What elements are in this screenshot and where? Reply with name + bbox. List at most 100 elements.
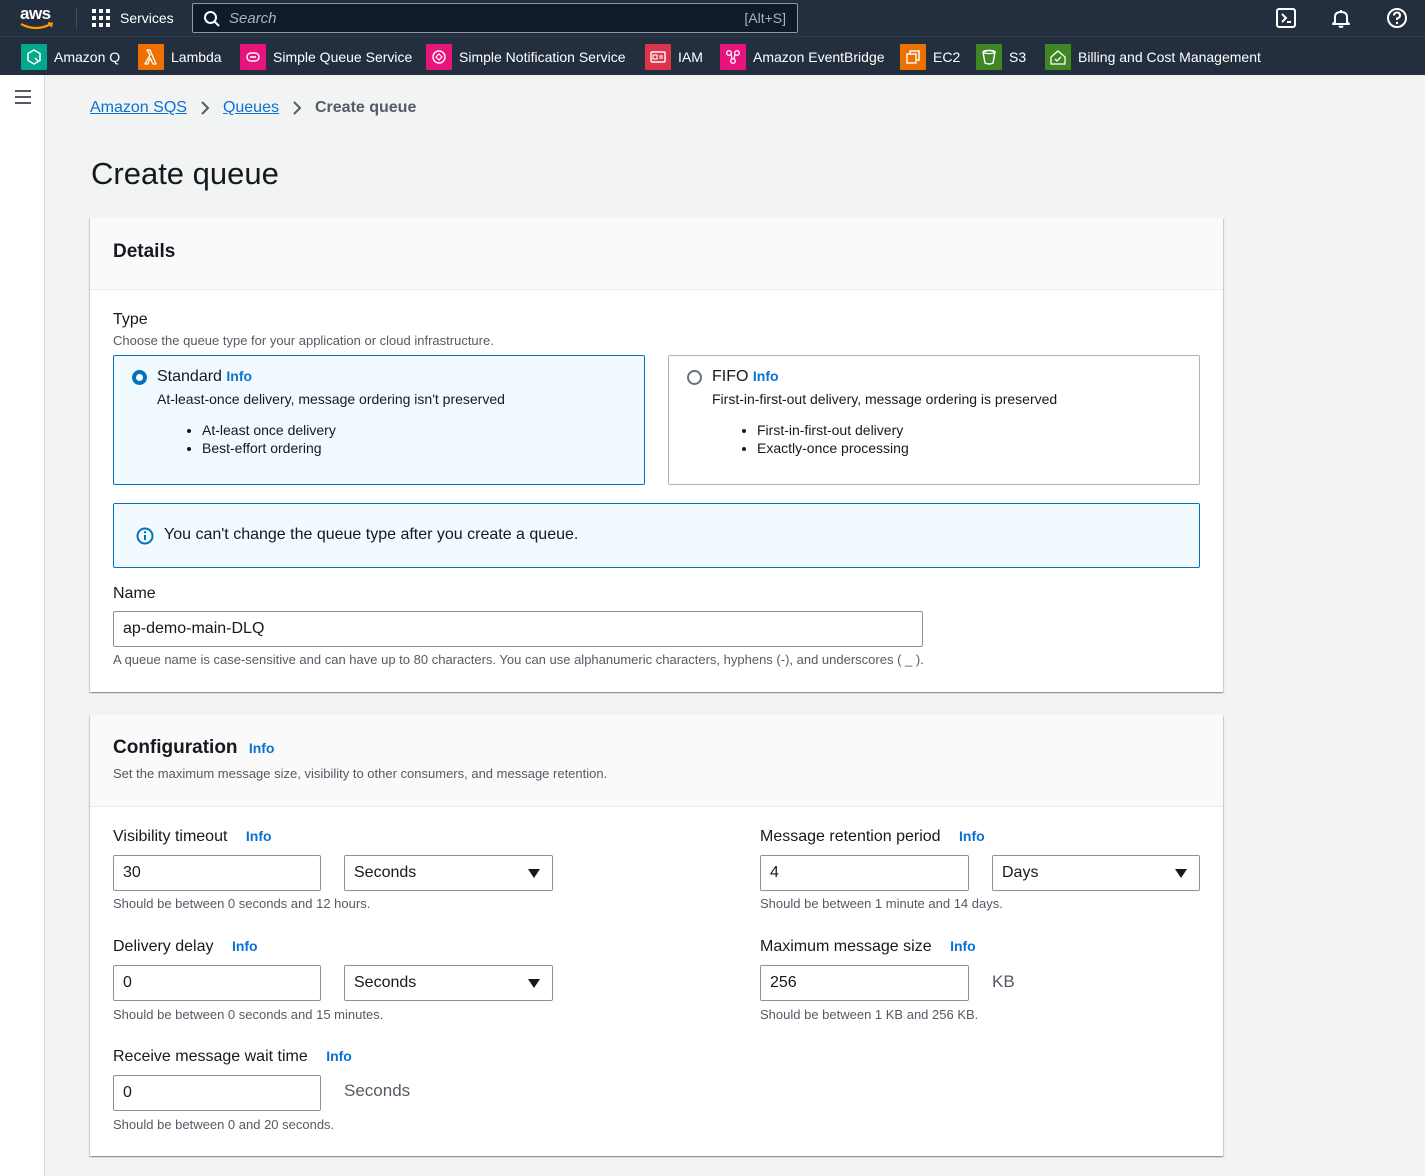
max-message-size-label-text: Maximum message size [760,938,932,955]
favorite-lambda[interactable]: Lambda [138,44,222,70]
receive-wait-time-info-link[interactable]: Info [326,1048,352,1064]
top-navigation-bar: aws Services [Alt+S] [0,0,1425,36]
visibility-timeout-unit-select[interactable]: Seconds [344,855,553,891]
amazon-q-icon [21,44,47,70]
retention-period-info-link[interactable]: Info [959,828,985,844]
receive-wait-time-unit: Seconds [344,1081,411,1100]
caret-down-icon [528,979,540,988]
lambda-icon [138,44,164,70]
info-circle-icon [136,527,154,545]
retention-period-label: Message retention period Info [760,828,985,846]
fifo-feature-list: First-in-first-out delivery Exactly-once… [757,421,909,457]
favorite-sns[interactable]: Simple Notification Service [426,44,626,70]
fifo-title: FIFO Info [712,368,779,386]
max-message-size-hint: Should be between 1 KB and 256 KB. [760,1007,979,1022]
configuration-description: Set the maximum message size, visibility… [113,766,608,781]
caret-down-icon [528,869,540,878]
delivery-delay-info-link[interactable]: Info [232,938,258,954]
max-message-size-unit: KB [992,972,1015,991]
iam-icon [645,44,671,70]
configuration-title: Configuration [113,737,238,758]
favorite-label: Simple Queue Service [273,49,413,65]
favorite-label: IAM [678,49,703,65]
delivery-delay-input[interactable] [113,965,321,1001]
favorite-label: Amazon Q [54,49,121,65]
services-menu-button[interactable]: Services [92,6,174,30]
page-title: Create queue [91,156,279,191]
cloudshell-icon[interactable] [1275,7,1297,29]
fifo-description: First-in-first-out delivery, message ord… [712,391,1058,407]
details-title: Details [113,241,176,262]
retention-period-unit-select[interactable]: Days [992,855,1200,891]
standard-feature-list: At-least once delivery Best-effort order… [202,421,336,457]
fifo-name: FIFO [712,368,749,385]
chevron-right-icon [293,101,302,115]
type-label: Type [113,311,148,328]
search-shortcut-hint: [Alt+S] [744,10,786,26]
details-panel: Details Type Choose the queue type for y… [90,218,1223,692]
favorite-s3[interactable]: S3 [976,44,1026,70]
list-item: At-least once delivery [202,421,336,439]
delivery-delay-label: Delivery delay Info [113,938,258,956]
standard-description: At-least-once delivery, message ordering… [157,391,505,407]
breadcrumb-current: Create queue [314,99,417,116]
favorite-ec2[interactable]: EC2 [900,44,960,70]
favorite-eventbridge[interactable]: Amazon EventBridge [720,44,885,70]
chevron-right-icon [201,101,210,115]
favorite-label: Simple Notification Service [459,49,626,65]
favorite-iam[interactable]: IAM [645,44,703,70]
notifications-bell-icon[interactable] [1330,7,1352,29]
aws-smile-icon [20,22,54,30]
search-icon [204,11,220,27]
max-message-size-info-link[interactable]: Info [950,938,976,954]
search-input[interactable] [229,8,669,28]
name-hint: A queue name is case-sensitive and can h… [113,652,924,667]
caret-down-icon [1175,869,1187,878]
select-value: Seconds [354,974,417,991]
fifo-info-link[interactable]: Info [753,368,779,384]
breadcrumb-link-amazon-sqs[interactable]: Amazon SQS [90,99,187,117]
delivery-delay-label-text: Delivery delay [113,938,214,955]
retention-period-hint: Should be between 1 minute and 14 days. [760,896,1003,911]
s3-icon [976,44,1002,70]
visibility-timeout-label: Visibility timeout Info [113,828,272,846]
retention-period-label-text: Message retention period [760,828,941,845]
visibility-timeout-label-text: Visibility timeout [113,828,228,845]
retention-period-input[interactable] [760,855,969,891]
ec2-icon [900,44,926,70]
standard-radio[interactable] [132,370,147,385]
hamburger-menu-icon[interactable] [15,90,31,104]
side-navigation-rail [0,75,45,1176]
favorite-sqs[interactable]: Simple Queue Service [240,44,412,70]
delivery-delay-unit-select[interactable]: Seconds [344,965,553,1001]
max-message-size-input[interactable] [760,965,969,1001]
favorite-billing[interactable]: Billing and Cost Management [1045,44,1261,70]
queue-name-input[interactable] [113,611,923,647]
alert-message: You can't change the queue type after yo… [164,526,579,543]
favorite-amazon-q[interactable]: Amazon Q [21,44,120,70]
aws-logo[interactable]: aws [20,4,56,32]
standard-info-link[interactable]: Info [226,368,252,384]
standard-title: Standard Info [157,368,252,386]
configuration-info-link[interactable]: Info [249,740,275,756]
type-option-fifo[interactable]: FIFO Info First-in-first-out delivery, m… [668,355,1200,485]
receive-wait-time-input[interactable] [113,1075,321,1111]
name-label: Name [113,585,156,602]
queue-type-info-alert: You can't change the queue type after yo… [113,503,1200,568]
fifo-radio[interactable] [687,370,702,385]
type-option-standard[interactable]: Standard Info At-least-once delivery, me… [113,355,645,485]
favorite-label: EC2 [933,49,961,65]
help-icon[interactable] [1386,7,1408,29]
favorite-label: Billing and Cost Management [1078,49,1261,65]
max-message-size-label: Maximum message size Info [760,938,976,956]
list-item: Best-effort ordering [202,439,336,457]
visibility-timeout-input[interactable] [113,855,321,891]
breadcrumb-link-queues[interactable]: Queues [223,99,279,117]
search-bar[interactable]: [Alt+S] [192,3,798,33]
sqs-icon [240,44,266,70]
favorite-label: Amazon EventBridge [753,49,885,65]
favorites-bar: Amazon Q Lambda Simple Queue Service Sim… [0,36,1425,75]
visibility-timeout-info-link[interactable]: Info [246,828,272,844]
configuration-title-row: Configuration Info [113,737,274,759]
billing-icon [1045,44,1071,70]
